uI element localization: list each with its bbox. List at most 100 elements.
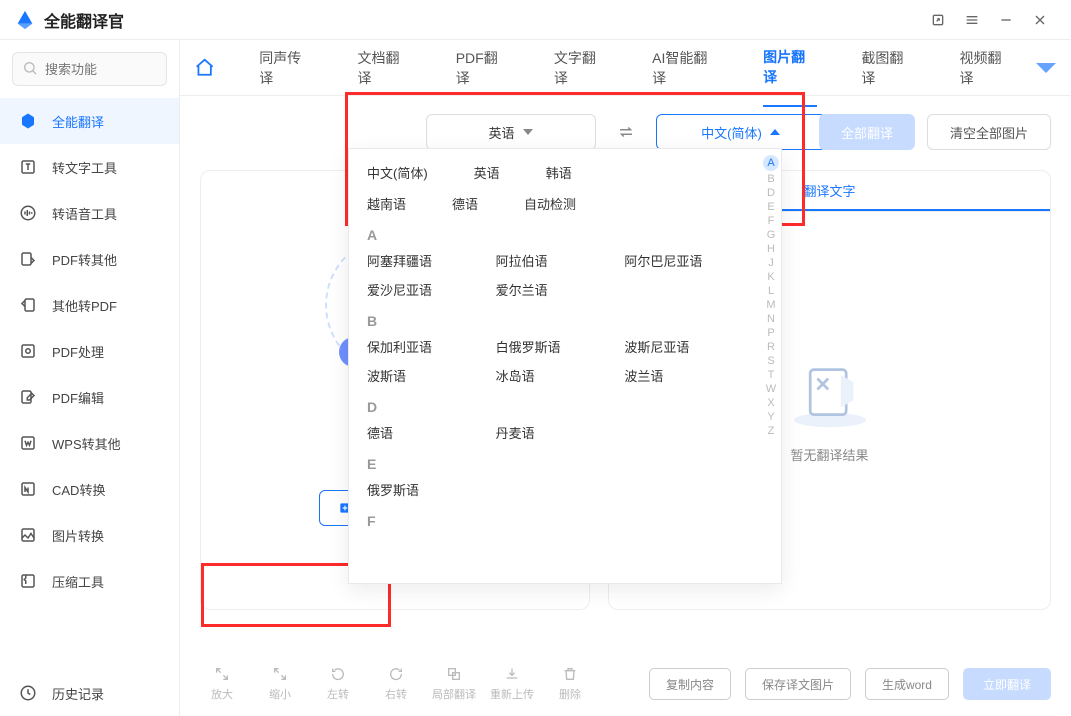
az-letter[interactable]: L [768,285,774,297]
tab-document[interactable]: 文档翻译 [358,30,412,106]
az-letter[interactable]: F [768,215,775,227]
source-language-select[interactable]: 英语 [426,114,596,150]
az-letter[interactable]: R [767,341,775,353]
lang-quick-item[interactable]: 英语 [474,163,500,182]
az-letter[interactable]: X [767,397,774,409]
az-letter[interactable]: D [767,187,775,199]
generate-word-button[interactable]: 生成word [865,668,949,700]
content-area: 英语 中文(简体) 全部翻译 清空全部图片 [180,96,1071,716]
sidebar-item-to-audio[interactable]: 转语音工具 [0,190,179,236]
rotate-left-button[interactable]: 左转 [316,666,360,702]
tab-text[interactable]: 文字翻译 [554,30,608,106]
translate-now-button[interactable]: 立即翻译 [963,668,1051,700]
az-letter[interactable]: B [767,173,774,185]
lang-option[interactable]: 德语 [367,423,486,442]
sidebar-item-to-text[interactable]: 转文字工具 [0,144,179,190]
tab-pdf[interactable]: PDF翻译 [456,30,510,106]
history-icon [18,683,38,703]
home-icon[interactable] [194,57,215,79]
save-translation-image-button[interactable]: 保存译文图片 [745,668,851,700]
lang-quick-item[interactable]: 自动检测 [524,194,576,213]
cad-icon [18,479,38,499]
compress-icon [18,571,38,591]
lang-option[interactable]: 爱尔兰语 [496,280,615,299]
lang-option[interactable]: 阿尔巴尼亚语 [624,251,743,270]
tab-ai[interactable]: AI智能翻译 [652,30,719,106]
lang-option[interactable]: 阿塞拜疆语 [367,251,486,270]
sidebar-item-all-translate[interactable]: 全能翻译 [0,98,179,144]
az-letter[interactable]: M [766,299,775,311]
sidebar-item-label: PDF处理 [52,342,104,361]
sidebar-item-label: PDF编辑 [52,388,104,407]
swap-languages-button[interactable] [608,114,644,150]
close-button[interactable] [1023,3,1057,37]
lang-quick-item[interactable]: 越南语 [367,194,406,213]
tab-screenshot[interactable]: 截图翻译 [861,30,915,106]
app-logo-icon [14,9,36,31]
az-letter[interactable]: G [767,229,776,241]
target-language-label: 中文(简体) [701,123,762,142]
lang-option[interactable]: 冰岛语 [496,366,615,385]
sidebar-item-label: CAD转换 [52,480,105,499]
sidebar-item-label: 转文字工具 [52,158,117,177]
sidebar-item-pdf-process[interactable]: PDF处理 [0,328,179,374]
zoom-in-button[interactable]: 放大 [200,666,244,702]
clear-all-button[interactable]: 清空全部图片 [927,114,1051,150]
chevron-up-icon [770,129,780,135]
sidebar-item-history[interactable]: 历史记录 [0,670,179,716]
tabs-overflow-icon[interactable] [1036,61,1057,75]
lang-option[interactable]: 爱沙尼亚语 [367,280,486,299]
sidebar-item-compress[interactable]: 压缩工具 [0,558,179,604]
tab-video[interactable]: 视频翻译 [960,30,1014,106]
zoom-out-button[interactable]: 缩小 [258,666,302,702]
bottom-toolbar: 放大 缩小 左转 右转 局部翻译 重新上传 删除 复制内容 保存译文图片 生成w… [200,666,1051,702]
az-letter[interactable]: W [766,383,776,395]
copy-content-button[interactable]: 复制内容 [649,668,731,700]
lang-option[interactable]: 阿拉伯语 [496,251,615,270]
reupload-button[interactable]: 重新上传 [490,666,534,702]
sidebar-item-to-pdf[interactable]: 其他转PDF [0,282,179,328]
chevron-down-icon [523,129,533,135]
az-letter[interactable]: A [763,155,779,171]
translate-all-button[interactable]: 全部翻译 [819,114,915,150]
delete-button[interactable]: 删除 [548,666,592,702]
sidebar-item-cad[interactable]: CAD转换 [0,466,179,512]
az-letter[interactable]: E [767,201,774,213]
popout-window-button[interactable] [921,3,955,37]
empty-result-text: 暂无翻译结果 [790,445,868,464]
az-letter[interactable]: N [767,313,775,325]
lang-option[interactable]: 波兰语 [624,366,743,385]
sidebar: 全能翻译 转文字工具 转语音工具 PDF转其他 其他转PDF PDF处理 PDF… [0,40,180,716]
rotate-right-button[interactable]: 右转 [374,666,418,702]
tab-image[interactable]: 图片翻译 [763,29,817,107]
sidebar-item-label: PDF转其他 [52,250,117,269]
empty-result-icon [785,357,875,427]
sidebar-item-image-convert[interactable]: 图片转换 [0,512,179,558]
az-letter[interactable]: Z [768,425,775,437]
lang-option[interactable]: 波斯尼亚语 [624,337,743,356]
lang-option[interactable]: 丹麦语 [496,423,615,442]
lang-quick-item[interactable]: 中文(简体) [367,163,428,182]
lang-option[interactable]: 保加利亚语 [367,337,486,356]
lang-quick-item[interactable]: 德语 [452,194,478,213]
lang-option[interactable]: 波斯语 [367,366,486,385]
az-letter[interactable]: P [767,327,774,339]
sidebar-item-wps-to[interactable]: WPS转其他 [0,420,179,466]
az-letter[interactable]: Y [767,411,774,423]
az-letter[interactable]: T [768,369,775,381]
az-letter[interactable]: H [767,243,775,255]
az-letter[interactable]: K [767,271,774,283]
lang-quick-item[interactable]: 韩语 [546,163,572,182]
sidebar-item-pdf-edit[interactable]: PDF编辑 [0,374,179,420]
region-translate-button[interactable]: 局部翻译 [432,666,476,702]
az-letter[interactable]: J [768,257,774,269]
lang-section-letter: B [367,313,743,329]
az-letter[interactable]: S [767,355,774,367]
sidebar-item-label: 历史记录 [52,684,104,703]
hexagon-icon [18,111,38,131]
tab-simultaneous[interactable]: 同声传译 [259,30,313,106]
lang-option[interactable]: 俄罗斯语 [367,480,486,499]
target-language-select[interactable]: 中文(简体) [656,114,826,150]
sidebar-item-pdf-to[interactable]: PDF转其他 [0,236,179,282]
lang-option[interactable]: 白俄罗斯语 [496,337,615,356]
